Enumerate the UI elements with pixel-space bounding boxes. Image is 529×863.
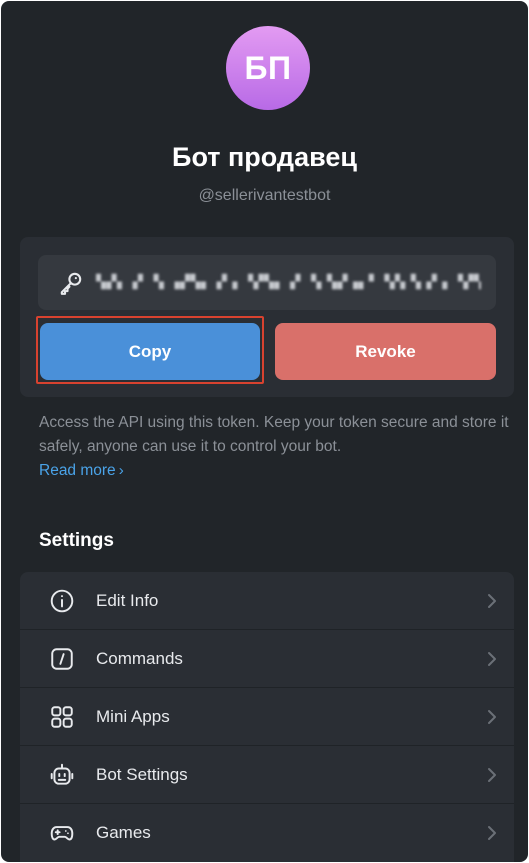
token-field[interactable]: ▚▞▖▗▘▝▖▗▞▚▖▗▘▖▝▞▚▖▗▘▝▖▚▞▗▖▘▝▞▖▚▗▘▖▝▞▚▖▗▘…	[38, 255, 496, 310]
chevron-right-icon: ›	[118, 462, 124, 479]
grid-icon	[51, 706, 73, 728]
chevron-right-icon	[488, 826, 496, 840]
chevron-right-icon	[488, 594, 496, 608]
bot-name: Бот продавец	[172, 142, 357, 172]
settings-item-bot-settings[interactable]: Bot Settings	[20, 746, 514, 804]
avatar: БП	[226, 26, 310, 110]
robot-icon	[50, 763, 74, 785]
settings-list: Edit Info Commands Mini Apps Bot Setting…	[20, 572, 514, 862]
chevron-right-icon	[488, 652, 496, 666]
settings-item-label: Edit Info	[96, 591, 159, 610]
settings-item-games[interactable]: Games	[20, 804, 514, 862]
settings-item-label: Commands	[96, 649, 183, 668]
gamepad-icon	[50, 826, 74, 841]
read-more-link[interactable]: Read more ›	[39, 459, 124, 483]
settings-item-commands[interactable]: Commands	[20, 630, 514, 688]
avatar-initials: БП	[244, 49, 292, 86]
chevron-right-icon	[488, 768, 496, 782]
settings-item-label: Bot Settings	[96, 765, 188, 784]
info-icon	[50, 589, 74, 613]
settings-item-mini-apps[interactable]: Mini Apps	[20, 688, 514, 746]
key-icon	[60, 272, 82, 295]
settings-item-edit-info[interactable]: Edit Info	[20, 572, 514, 630]
settings-heading: Settings	[39, 530, 114, 551]
settings-item-label: Games	[96, 823, 151, 842]
revoke-button[interactable]: Revoke	[275, 323, 496, 380]
bot-username: @sellerivantestbot	[198, 187, 331, 204]
bot-details-panel: БП Бот продавец @sellerivantestbot ▚▞▖▗▘…	[1, 1, 528, 862]
read-more-label: Read more	[39, 462, 116, 479]
settings-item-label: Mini Apps	[96, 707, 170, 726]
chevron-right-icon	[488, 710, 496, 724]
token-value: ▚▞▖▗▘▝▖▗▞▚▖▗▘▖▝▞▚▖▗▘▝▖▚▞▗▖▘▝▞▖▚▗▘▖▝▞▚▖▗▘…	[96, 274, 481, 289]
token-help-text: Access the API using this token. Keep yo…	[39, 414, 509, 455]
copy-button[interactable]: Copy	[40, 323, 260, 380]
token-card: ▚▞▖▗▘▝▖▗▞▚▖▗▘▖▝▞▚▖▗▘▝▖▚▞▗▖▘▝▞▖▚▗▘▖▝▞▚▖▗▘…	[20, 237, 514, 397]
commands-icon	[51, 648, 73, 670]
